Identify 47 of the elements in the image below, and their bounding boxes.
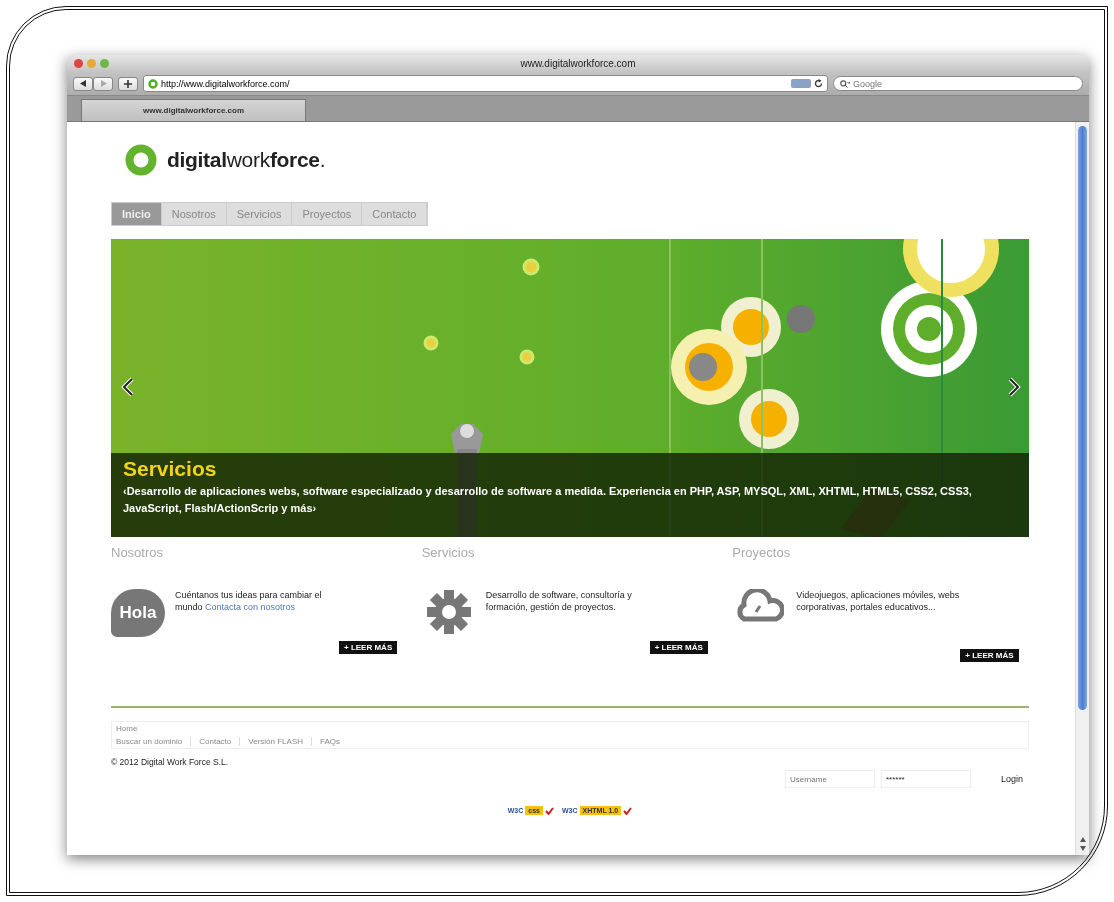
footer-link[interactable]: FAQs bbox=[311, 737, 348, 746]
cloud-icon bbox=[734, 589, 785, 623]
check-icon bbox=[545, 806, 554, 815]
next-arrow-icon[interactable] bbox=[1007, 377, 1021, 397]
gear-icon bbox=[425, 589, 472, 635]
section-heading: Nosotros bbox=[111, 545, 165, 562]
section-text: Desarrollo de software, consultoría y formación, gestión de proyectos. bbox=[485, 589, 633, 613]
login-button[interactable]: Login bbox=[994, 773, 1029, 785]
section-heading: Proyectos bbox=[732, 545, 792, 562]
read-more-button[interactable]: + LEER MÁS bbox=[339, 641, 398, 654]
section-heading: Servicios bbox=[421, 545, 476, 562]
logo-ring-icon bbox=[125, 144, 157, 176]
site-icon bbox=[148, 78, 158, 89]
scroll-up-icon[interactable] bbox=[1079, 837, 1086, 842]
password-field[interactable]: ****** bbox=[880, 770, 971, 788]
username-field[interactable]: Username bbox=[784, 770, 875, 788]
add-bookmark-button[interactable] bbox=[118, 76, 138, 91]
footer-link[interactable]: Versión FLASH bbox=[239, 737, 311, 746]
search-bar[interactable]: Google bbox=[833, 76, 1083, 91]
slide-description: ‹Desarrollo de aplicaciones webs, software especializado y desarrollo de software a medida. Experiencia en PHP, ASP, MYSQL, XML, XHTML, HTML5, CSS2, CSS3, JavaScript, Flash/ActionScrip y más› bbox=[123, 484, 973, 516]
browser-tab[interactable]: www.digitalworkforce.com bbox=[81, 99, 306, 121]
close-button[interactable] bbox=[74, 59, 83, 68]
check-icon bbox=[623, 806, 633, 815]
address-bar[interactable]: http://www.digitalworkforce.com/ bbox=[143, 75, 828, 92]
search-icon bbox=[840, 79, 850, 88]
back-button[interactable] bbox=[73, 76, 93, 91]
scroll-down-icon[interactable] bbox=[1079, 846, 1086, 851]
read-more-button[interactable]: + LEER MÁS bbox=[960, 649, 1019, 662]
scrollbar[interactable] bbox=[1075, 122, 1089, 855]
forward-arrow-icon bbox=[99, 80, 107, 87]
site-logo[interactable]: digitalworkforce. bbox=[167, 148, 326, 172]
section-text: Videojuegos, aplicaciones móviles, webs corporativas, portales educativos... bbox=[796, 589, 961, 613]
copyright-text: © 2012 Digital Work Force S.L. bbox=[111, 757, 229, 769]
home-link[interactable]: Home bbox=[116, 724, 138, 733]
scroll-thumb[interactable] bbox=[1078, 126, 1087, 710]
section-text: Cuéntanos tus ideas para cambiar el mundo Contacta con nosotros bbox=[175, 589, 323, 613]
plus-icon bbox=[124, 79, 132, 88]
previous-arrow-icon[interactable] bbox=[121, 377, 135, 397]
read-more-button[interactable]: + LEER MÁS bbox=[649, 641, 708, 654]
footer-link[interactable]: Buscar un dominio bbox=[116, 737, 191, 746]
window-title: www.digitalworkforce.com bbox=[520, 58, 636, 69]
back-arrow-icon bbox=[79, 80, 87, 87]
slide-title: Servicios bbox=[123, 457, 218, 481]
footer-link[interactable]: Contacto bbox=[190, 737, 240, 746]
reload-icon[interactable] bbox=[814, 79, 823, 88]
hola-speech-bubble-icon: Hola bbox=[111, 589, 165, 637]
contact-link[interactable]: Contacta con nosotros bbox=[205, 602, 296, 612]
